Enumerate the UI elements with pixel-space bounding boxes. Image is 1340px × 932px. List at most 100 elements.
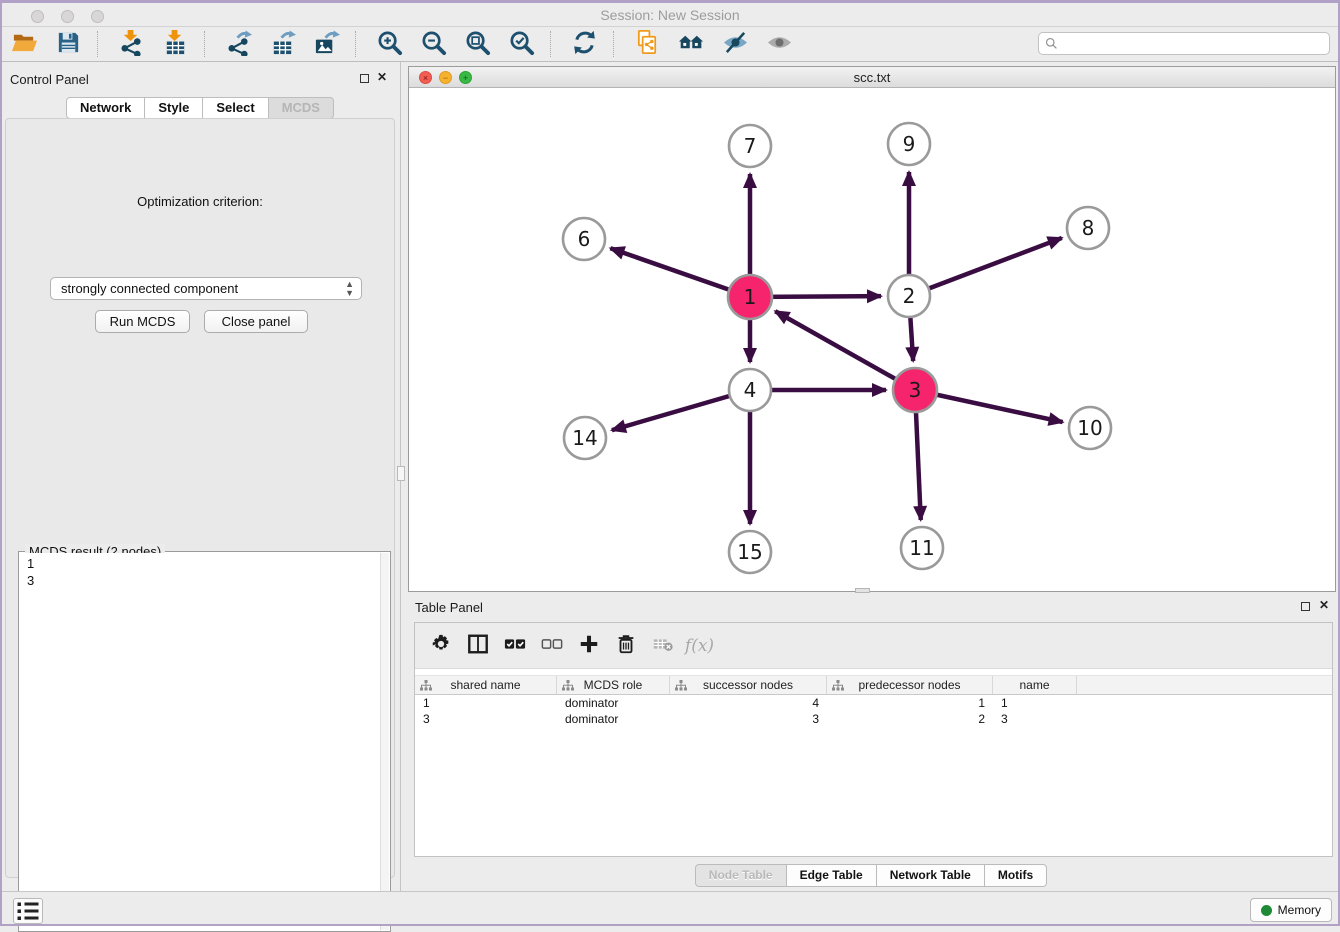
cell-name[interactable]: 3 — [993, 711, 1077, 727]
chevron-up-down-icon: ▲▼ — [345, 280, 354, 298]
new-network-from-selection-button[interactable] — [625, 28, 669, 60]
settings-icon — [430, 633, 452, 658]
column-label: shared name — [450, 678, 520, 692]
import-table-from-file-icon — [162, 29, 189, 59]
edge-2-8[interactable] — [909, 238, 1062, 296]
float-panel-icon[interactable] — [360, 74, 369, 83]
import-network-from-file-button[interactable] — [109, 28, 153, 60]
table-panel-title: Table Panel — [415, 600, 483, 615]
tab-edge-table[interactable]: Edge Table — [787, 864, 877, 887]
save-session-icon — [55, 29, 82, 59]
apply-preferred-layout-button[interactable] — [562, 28, 606, 60]
deselect-all-checkboxes-icon — [541, 633, 563, 658]
export-image-button[interactable] — [304, 28, 348, 60]
search-input[interactable] — [1062, 37, 1323, 51]
cell-predecessor-nodes[interactable]: 1 — [827, 695, 993, 711]
cell-shared-name[interactable]: 3 — [415, 711, 557, 727]
run-mcds-button[interactable]: Run MCDS — [95, 310, 190, 333]
panel-splitter-grip[interactable] — [397, 466, 405, 481]
tab-style[interactable]: Style — [145, 97, 203, 119]
zoom-out-button[interactable] — [411, 28, 455, 60]
cell-MCDS-role[interactable]: dominator — [557, 711, 670, 727]
show-all-icon — [766, 29, 793, 59]
close-panel-button[interactable]: Close panel — [204, 310, 308, 333]
open-session-icon — [11, 29, 38, 59]
cell-successor-nodes[interactable]: 4 — [670, 695, 827, 711]
column-header-name[interactable]: name — [993, 676, 1077, 694]
control-panel: Control Panel ✕ NetworkStyleSelectMCDS O… — [0, 62, 401, 891]
select-all-checkboxes-button[interactable] — [496, 628, 533, 664]
task-history-button[interactable] — [13, 898, 43, 924]
delete-columns-icon — [615, 633, 637, 658]
node-label-10: 10 — [1077, 416, 1102, 440]
first-neighbors-button[interactable] — [669, 28, 713, 60]
search-icon — [1045, 37, 1058, 50]
column-label: predecessor nodes — [858, 678, 960, 692]
memory-button[interactable]: Memory — [1250, 898, 1332, 922]
export-network-button[interactable] — [216, 28, 260, 60]
table-panel: Table Panel ✕ f(x) shared name MCDS role s… — [402, 596, 1340, 891]
criterion-dropdown[interactable]: strongly connected component ▲▼ — [50, 277, 362, 300]
cell-shared-name[interactable]: 1 — [415, 695, 557, 711]
search-field[interactable] — [1038, 32, 1330, 55]
export-table-button[interactable] — [260, 28, 304, 60]
settings-button[interactable] — [422, 628, 459, 664]
mcds-result-list[interactable]: 13 — [20, 553, 380, 930]
tab-motifs[interactable]: Motifs — [985, 864, 1047, 887]
zoom-in-button[interactable] — [367, 28, 411, 60]
node-label-6: 6 — [578, 227, 591, 251]
deselect-all-checkboxes-button[interactable] — [533, 628, 570, 664]
hide-selected-button[interactable] — [713, 28, 757, 60]
show-all-button[interactable] — [757, 28, 801, 60]
zoom-selected-button[interactable] — [499, 28, 543, 60]
close-panel-icon[interactable]: ✕ — [377, 70, 387, 84]
zoom-out-icon — [420, 29, 447, 59]
table-panel-tabs: Node TableEdge TableNetwork TableMotifs — [402, 864, 1340, 887]
edge-3-1[interactable] — [775, 311, 915, 390]
tab-network-table[interactable]: Network Table — [877, 864, 985, 887]
result-line: 1 — [27, 556, 380, 573]
horizontal-splitter-grip[interactable] — [855, 588, 870, 593]
node-label-3: 3 — [909, 378, 922, 402]
delete-columns-button[interactable] — [607, 628, 644, 664]
export-network-icon — [225, 29, 252, 59]
column-label: successor nodes — [703, 678, 793, 692]
open-session-button[interactable] — [2, 28, 46, 60]
cell-name[interactable]: 1 — [993, 695, 1077, 711]
tab-node-table[interactable]: Node Table — [695, 864, 787, 887]
function-builder-button: f(x) — [681, 628, 718, 664]
window-title: Session: New Session — [0, 7, 1340, 23]
cell-MCDS-role[interactable]: dominator — [557, 695, 670, 711]
table-toolbar: f(x) — [415, 623, 1332, 669]
network-canvas[interactable]: 7968124314101511 — [409, 88, 1335, 591]
tab-network[interactable]: Network — [66, 97, 145, 119]
column-header-MCDS-role[interactable]: MCDS role — [557, 676, 670, 694]
save-session-button[interactable] — [46, 28, 90, 60]
column-header-predecessor-nodes[interactable]: predecessor nodes — [827, 676, 993, 694]
apply-preferred-layout-icon — [571, 29, 598, 59]
function-builder-icon: f(x) — [685, 636, 714, 656]
cell-predecessor-nodes[interactable]: 2 — [827, 711, 993, 727]
create-column-button[interactable] — [570, 628, 607, 664]
criterion-value: strongly connected component — [61, 281, 238, 296]
table-row[interactable]: 1dominator411 — [415, 695, 1332, 711]
column-label: name — [1019, 678, 1049, 692]
import-table-from-file-button[interactable] — [153, 28, 197, 60]
tab-mcds[interactable]: MCDS — [269, 97, 334, 119]
zoom-fit-content-button[interactable] — [455, 28, 499, 60]
tab-select[interactable]: Select — [203, 97, 268, 119]
result-scrollbar[interactable] — [380, 553, 389, 930]
column-header-shared-name[interactable]: shared name — [415, 676, 557, 694]
float-table-panel-icon[interactable] — [1301, 602, 1310, 611]
mcds-tab-content: Optimization criterion: strongly connect… — [5, 118, 395, 878]
column-header-successor-nodes[interactable]: successor nodes — [670, 676, 827, 694]
table-row[interactable]: 3dominator323 — [415, 711, 1332, 727]
close-table-panel-icon[interactable]: ✕ — [1319, 598, 1329, 612]
delete-table-button — [644, 628, 681, 664]
show-columns-button[interactable] — [459, 628, 496, 664]
node-label-2: 2 — [903, 284, 916, 308]
export-table-icon — [269, 29, 296, 59]
status-bar: Memory — [0, 891, 1340, 924]
cell-successor-nodes[interactable]: 3 — [670, 711, 827, 727]
control-panel-tabs: NetworkStyleSelectMCDS — [0, 97, 400, 119]
